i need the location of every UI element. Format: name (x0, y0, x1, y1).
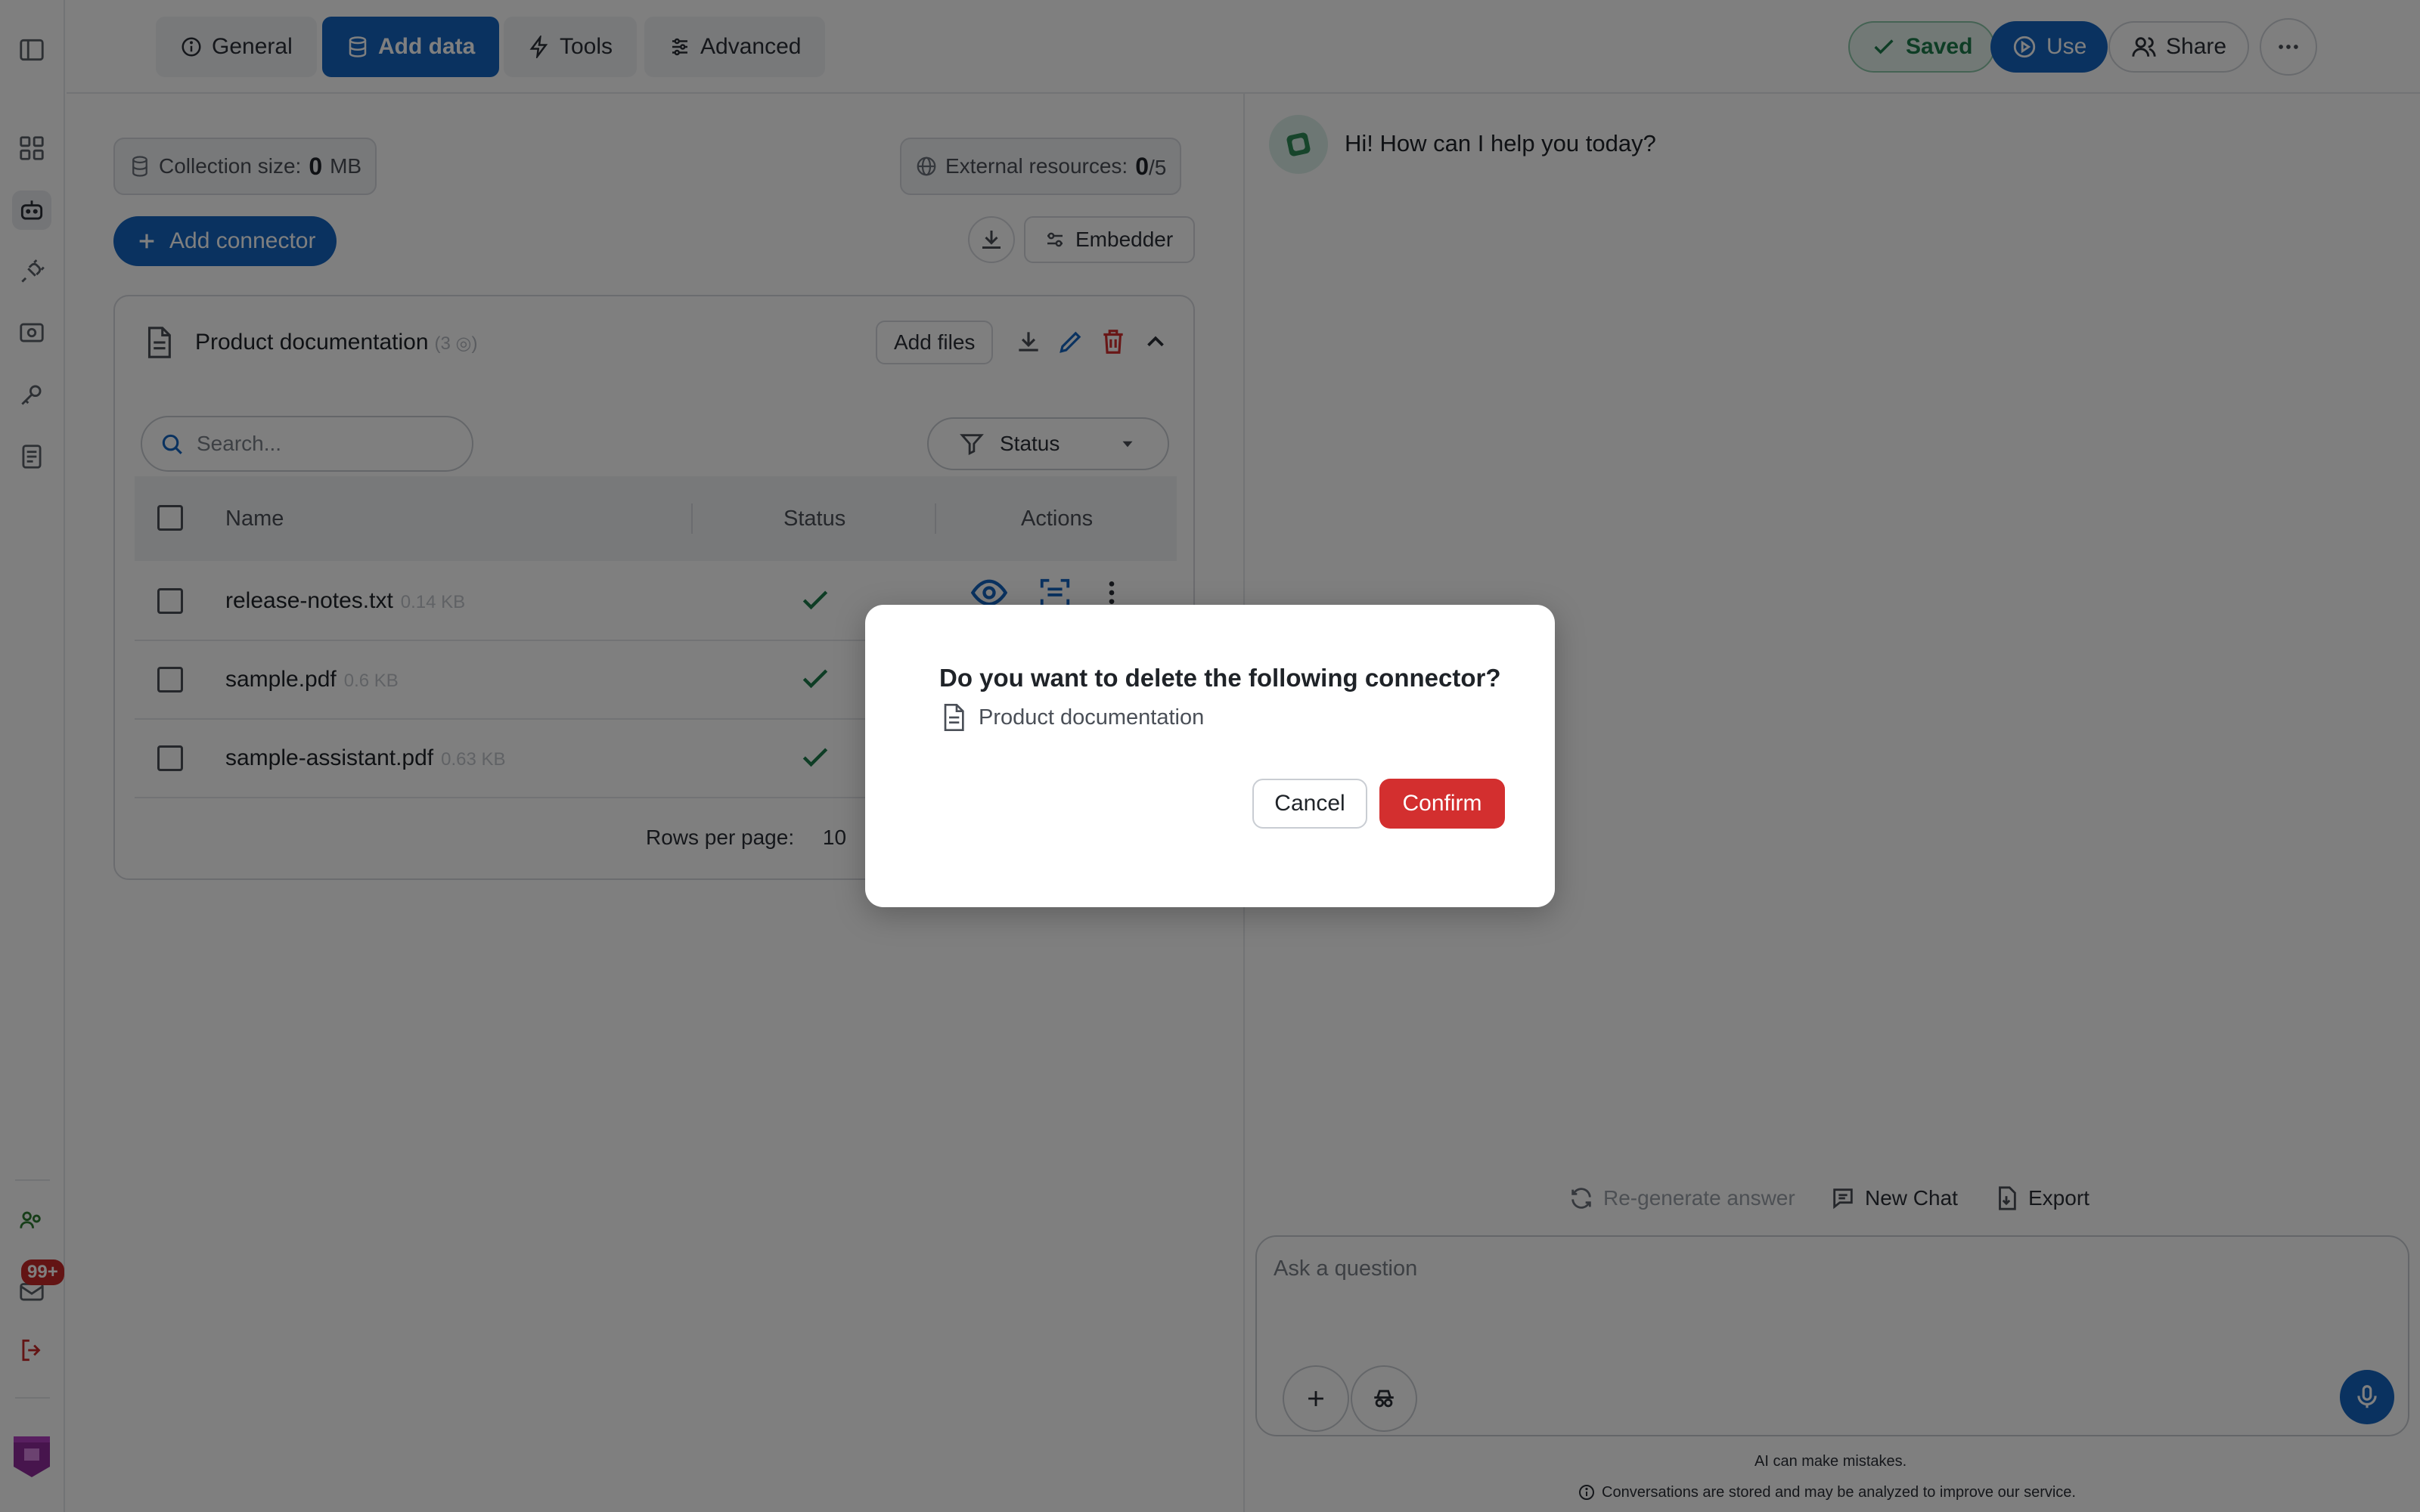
confirm-button[interactable]: Confirm (1379, 779, 1505, 829)
cancel-button[interactable]: Cancel (1252, 779, 1367, 829)
dialog-connector-item: Product documentation (938, 700, 1204, 735)
dialog-title: Do you want to delete the following conn… (939, 664, 1501, 692)
file-icon (944, 704, 964, 731)
delete-connector-dialog: Do you want to delete the following conn… (865, 605, 1555, 907)
dialog-connector-name: Product documentation (979, 705, 1205, 730)
cancel-label: Cancel (1274, 791, 1345, 816)
confirm-label: Confirm (1402, 791, 1482, 816)
